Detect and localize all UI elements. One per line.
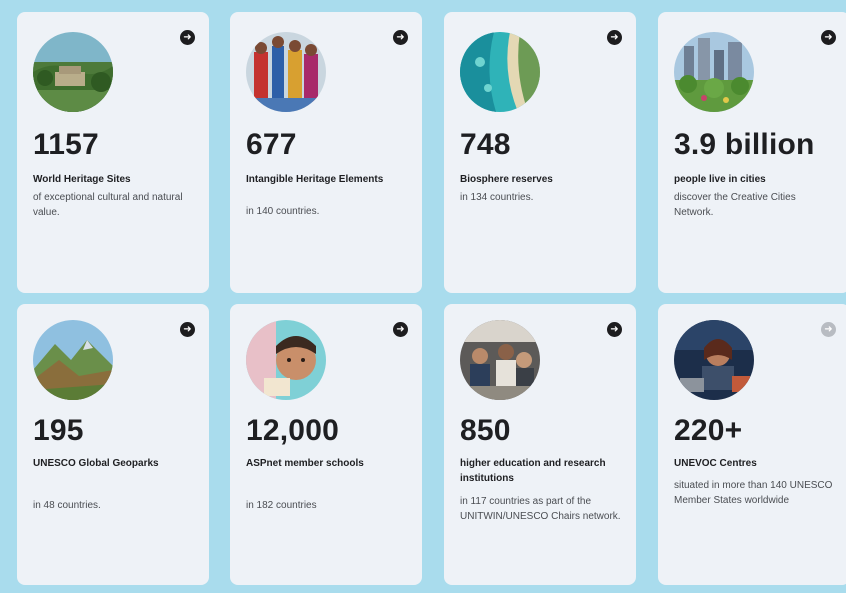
statistics-card-grid: ➜ 1157 World Heritage Sites of exception… bbox=[0, 0, 846, 593]
stat-description: discover the Creative Cities Network. bbox=[674, 192, 796, 218]
stat-description: situated in more than 140 UNESCO Member … bbox=[674, 480, 833, 506]
card-aspnet-schools[interactable]: ➜ 12,000 ASPnet member schools in 182 co… bbox=[230, 304, 422, 585]
arrow-right-icon[interactable]: ➜ bbox=[607, 30, 622, 45]
research-lab-photo bbox=[460, 320, 540, 400]
card-world-heritage[interactable]: ➜ 1157 World Heritage Sites of exception… bbox=[17, 12, 209, 293]
stat-label: UNEVOC Centres bbox=[674, 458, 757, 469]
creative-city-photo bbox=[674, 32, 754, 112]
card-creative-cities[interactable]: ➜ 3.9 billion people live in cities disc… bbox=[658, 12, 846, 293]
stat-description: in 134 countries. bbox=[460, 192, 534, 203]
stat-number: 748 bbox=[460, 128, 511, 161]
stat-description: of exceptional cultural and natural valu… bbox=[33, 192, 183, 218]
intangible-heritage-photo bbox=[246, 32, 326, 112]
geopark-photo bbox=[33, 320, 113, 400]
arrow-right-icon[interactable]: ➜ bbox=[180, 30, 195, 45]
stat-label: UNESCO Global Geoparks bbox=[33, 458, 159, 469]
stat-number: 850 bbox=[460, 414, 511, 447]
stat-label: ASPnet member schools bbox=[246, 458, 364, 469]
stat-number: 220+ bbox=[674, 414, 743, 447]
stat-description: in 48 countries. bbox=[33, 500, 101, 511]
stat-number: 12,000 bbox=[246, 414, 339, 447]
arrow-right-icon[interactable]: ➜ bbox=[821, 30, 836, 45]
stat-label: people live in cities bbox=[674, 174, 766, 185]
stat-label: World Heritage Sites bbox=[33, 174, 131, 185]
stat-label: Intangible Heritage Elements bbox=[246, 174, 384, 185]
school-child-photo bbox=[246, 320, 326, 400]
card-intangible-heritage[interactable]: ➜ 677 Intangible Heritage Elements in 14… bbox=[230, 12, 422, 293]
stat-label: higher education and research institutio… bbox=[460, 458, 606, 484]
heritage-site-photo bbox=[33, 32, 113, 112]
arrow-right-icon[interactable]: ➜ bbox=[607, 322, 622, 337]
card-higher-education[interactable]: ➜ 850 higher education and research inst… bbox=[444, 304, 636, 585]
card-biosphere-reserves[interactable]: ➜ 748 Biosphere reserves in 134 countrie… bbox=[444, 12, 636, 293]
stat-description: in 117 countries as part of the UNITWIN/… bbox=[460, 496, 621, 522]
vocational-training-photo bbox=[674, 320, 754, 400]
biosphere-reserve-photo bbox=[460, 32, 540, 112]
arrow-right-icon[interactable]: ➜ bbox=[393, 322, 408, 337]
arrow-right-icon[interactable]: ➜ bbox=[821, 322, 836, 337]
arrow-right-icon[interactable]: ➜ bbox=[393, 30, 408, 45]
stat-label: Biosphere reserves bbox=[460, 174, 553, 185]
arrow-right-icon[interactable]: ➜ bbox=[180, 322, 195, 337]
stat-description: in 140 countries. bbox=[246, 206, 320, 217]
card-unevoc-centres[interactable]: ➜ 220+ UNEVOC Centres situated in more t… bbox=[658, 304, 846, 585]
stat-number: 3.9 billion bbox=[674, 128, 815, 161]
stat-number: 1157 bbox=[33, 128, 99, 161]
card-global-geoparks[interactable]: ➜ 195 UNESCO Global Geoparks in 48 count… bbox=[17, 304, 209, 585]
stat-number: 195 bbox=[33, 414, 84, 447]
stat-description: in 182 countries bbox=[246, 500, 317, 511]
stat-number: 677 bbox=[246, 128, 297, 161]
